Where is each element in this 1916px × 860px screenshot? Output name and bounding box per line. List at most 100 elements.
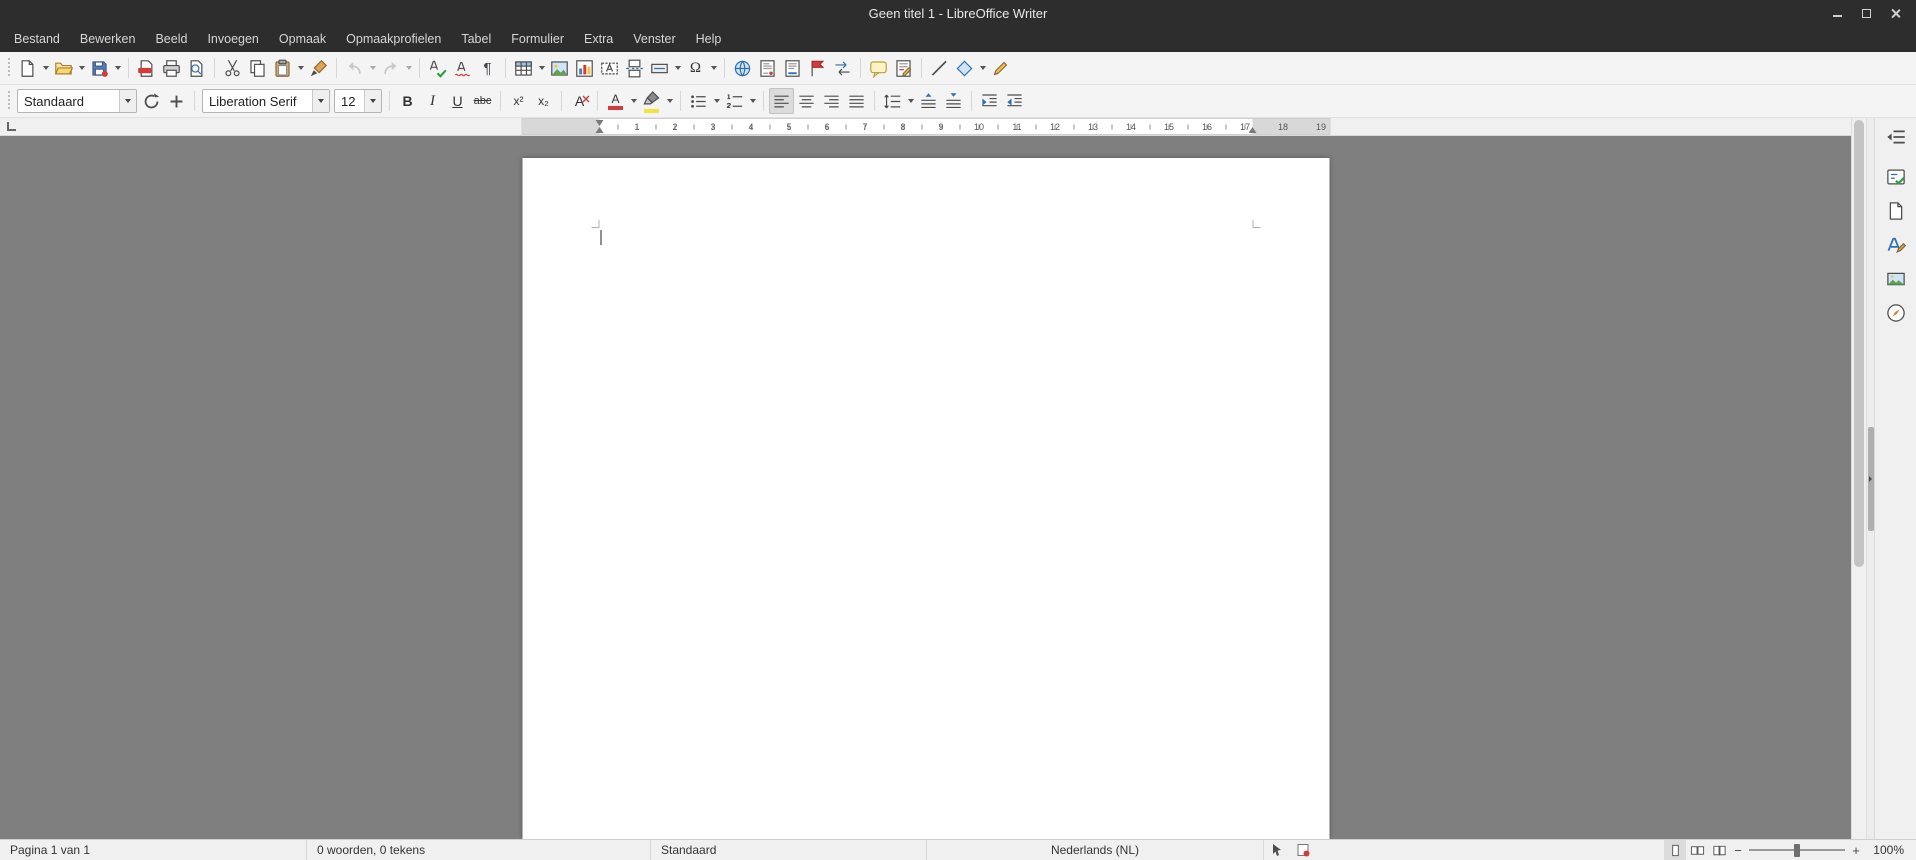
insert-comment-button[interactable]	[866, 55, 891, 81]
superscript-button[interactable]: x²	[506, 88, 531, 114]
document-canvas[interactable]	[0, 136, 1851, 839]
unordered-list-dropdown[interactable]	[711, 88, 722, 114]
cut-button[interactable]	[220, 55, 245, 81]
paragraph-style-dropdown[interactable]	[119, 90, 136, 112]
insert-chart-button[interactable]	[572, 55, 597, 81]
font-size-combobox[interactable]: 12	[334, 89, 382, 113]
font-name-value[interactable]: Liberation Serif	[203, 94, 312, 109]
sidebar-tab-gallery[interactable]	[1881, 265, 1911, 292]
minimize-button[interactable]	[1831, 7, 1844, 20]
automatic-spellcheck-button[interactable]	[450, 55, 475, 81]
sidebar-hide-handle[interactable]	[1866, 118, 1874, 839]
sidebar-hide-grip[interactable]	[1867, 426, 1874, 531]
menu-item[interactable]: Formulier	[501, 27, 574, 51]
show-draw-functions-button[interactable]	[988, 55, 1013, 81]
insert-image-button[interactable]	[547, 55, 572, 81]
align-left-button[interactable]	[769, 88, 794, 114]
sidebar-tab-styles[interactable]	[1881, 231, 1911, 258]
highlight-color-dropdown[interactable]	[664, 88, 675, 114]
menu-item[interactable]: Bewerken	[70, 27, 146, 51]
ruler-scale[interactable]: 1 2 3 4 5 6 7 8 9 10 11 12 13 14 15 16 17 18 19	[521, 118, 1330, 135]
word-count-status[interactable]: 0 woorden, 0 tekens	[307, 840, 650, 860]
paste-dropdown[interactable]	[295, 55, 306, 81]
clear-formatting-button[interactable]: A	[567, 88, 592, 114]
basic-shapes-dropdown[interactable]	[977, 55, 988, 81]
highlight-color-button[interactable]	[639, 88, 664, 114]
menu-item[interactable]: Help	[686, 27, 732, 51]
new-document-dropdown[interactable]	[40, 55, 51, 81]
line-spacing-button[interactable]	[880, 88, 905, 114]
align-center-button[interactable]	[794, 88, 819, 114]
insert-endnote-button[interactable]	[780, 55, 805, 81]
left-indent-marker[interactable]	[595, 127, 603, 133]
line-spacing-dropdown[interactable]	[905, 88, 916, 114]
paste-button[interactable]	[270, 55, 295, 81]
undo-dropdown[interactable]	[367, 55, 378, 81]
spelling-button[interactable]	[425, 55, 450, 81]
new-document-button[interactable]	[15, 55, 40, 81]
zoom-level-status[interactable]: 100%	[1864, 840, 1916, 860]
toolbar-grip[interactable]	[6, 91, 11, 111]
vertical-scrollbar[interactable]	[1851, 118, 1866, 839]
zoom-out-button[interactable]: −	[1730, 843, 1746, 858]
decrease-indent-button[interactable]	[1002, 88, 1027, 114]
open-button[interactable]	[51, 55, 76, 81]
new-style-button[interactable]	[164, 88, 189, 114]
insert-table-dropdown[interactable]	[536, 55, 547, 81]
insert-special-character-dropdown[interactable]	[708, 55, 719, 81]
zoom-in-button[interactable]: +	[1848, 843, 1864, 858]
menu-item[interactable]: Tabel	[451, 27, 501, 51]
update-style-button[interactable]	[139, 88, 164, 114]
right-indent-marker[interactable]	[1248, 127, 1256, 133]
font-color-button[interactable]: A	[603, 88, 628, 114]
insert-field-dropdown[interactable]	[672, 55, 683, 81]
page[interactable]	[522, 158, 1329, 839]
close-button[interactable]	[1889, 7, 1902, 20]
subscript-button[interactable]: x₂	[531, 88, 556, 114]
paragraph-style-value[interactable]: Standaard	[18, 94, 119, 109]
sidebar-settings-button[interactable]	[1881, 123, 1911, 150]
insert-footnote-button[interactable]	[755, 55, 780, 81]
insert-field-button[interactable]	[647, 55, 672, 81]
menu-item[interactable]: Bestand	[4, 27, 70, 51]
ordered-list-button[interactable]	[722, 88, 747, 114]
scrollbar-thumb[interactable]	[1854, 120, 1864, 568]
insert-hyperlink-button[interactable]	[730, 55, 755, 81]
toolbar-grip[interactable]	[6, 58, 11, 78]
font-color-dropdown[interactable]	[628, 88, 639, 114]
language-status[interactable]: Nederlands (NL)	[927, 840, 1263, 860]
document-modified-indicator[interactable]	[1290, 840, 1316, 860]
page-number-status[interactable]: Pagina 1 van 1	[0, 840, 306, 860]
copy-button[interactable]	[245, 55, 270, 81]
menu-item[interactable]: Beeld	[145, 27, 197, 51]
first-line-indent-marker[interactable]	[595, 120, 603, 126]
redo-dropdown[interactable]	[403, 55, 414, 81]
underline-button[interactable]: U	[445, 88, 470, 114]
insert-page-break-button[interactable]	[622, 55, 647, 81]
insert-bookmark-button[interactable]	[805, 55, 830, 81]
italic-button[interactable]: I	[420, 88, 445, 114]
book-view-button[interactable]	[1708, 840, 1730, 860]
save-button[interactable]	[87, 55, 112, 81]
single-page-view-button[interactable]	[1664, 840, 1686, 860]
insert-text-box-button[interactable]	[597, 55, 622, 81]
insert-line-button[interactable]	[927, 55, 952, 81]
print-preview-button[interactable]	[184, 55, 209, 81]
bold-button[interactable]: B	[395, 88, 420, 114]
export-pdf-button[interactable]	[134, 55, 159, 81]
clone-formatting-button[interactable]	[306, 55, 331, 81]
multi-page-view-button[interactable]	[1686, 840, 1708, 860]
menu-item[interactable]: Extra	[574, 27, 623, 51]
insert-special-character-button[interactable]: Ω	[683, 55, 708, 81]
ordered-list-dropdown[interactable]	[747, 88, 758, 114]
sidebar-tab-properties[interactable]	[1881, 163, 1911, 190]
menu-item[interactable]: Opmaak	[269, 27, 336, 51]
strikethrough-button[interactable]: abc	[470, 88, 495, 114]
justify-button[interactable]	[844, 88, 869, 114]
increase-paragraph-spacing-button[interactable]	[916, 88, 941, 114]
sidebar-tab-navigator[interactable]	[1881, 299, 1911, 326]
redo-button[interactable]	[378, 55, 403, 81]
unordered-list-button[interactable]	[686, 88, 711, 114]
zoom-slider[interactable]	[1749, 840, 1845, 860]
font-name-combobox[interactable]: Liberation Serif	[202, 89, 330, 113]
